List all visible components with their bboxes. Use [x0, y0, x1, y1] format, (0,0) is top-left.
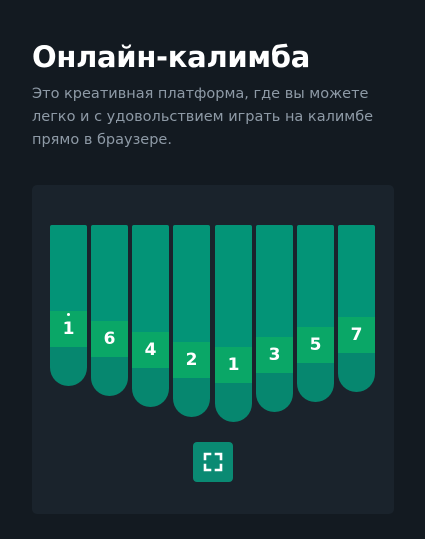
- tine-upper: [256, 225, 293, 337]
- tine-note-band: 7: [338, 317, 375, 353]
- kalimba-tine[interactable]: 6: [91, 225, 128, 396]
- tine-note-band: 3: [256, 337, 293, 373]
- tine-note-band: 1: [50, 311, 87, 347]
- tine-lower: [132, 368, 169, 407]
- kalimba-tine[interactable]: 7: [338, 225, 375, 392]
- tine-note-label: 5: [309, 334, 322, 355]
- page-title: Онлайн-калимба: [32, 40, 311, 74]
- tine-lower: [173, 378, 210, 417]
- kalimba-panel: 1 6 4 2 1 3 5 7: [32, 185, 394, 514]
- page-description: Это креативная платформа, где вы можете …: [32, 86, 374, 148]
- tine-lower: [256, 373, 293, 412]
- tine-note-label: 1: [63, 312, 74, 338]
- kalimba-tine[interactable]: 3: [256, 225, 293, 412]
- tine-upper: [338, 225, 375, 317]
- tine-note-band: 4: [132, 332, 169, 368]
- kalimba-tine[interactable]: 4: [132, 225, 169, 407]
- tine-note-label: 4: [144, 339, 157, 360]
- tine-note-label: 6: [103, 328, 116, 349]
- fullscreen-button[interactable]: [193, 442, 233, 482]
- tine-upper: [132, 225, 169, 332]
- tine-note-band: 5: [297, 327, 334, 363]
- tine-lower: [338, 353, 375, 392]
- tine-note-band: 1: [215, 347, 252, 383]
- tine-lower: [50, 347, 87, 386]
- tine-note-band: 6: [91, 321, 128, 357]
- tine-note-label: 2: [185, 349, 198, 370]
- tine-upper: [215, 225, 252, 347]
- tine-note-band: 2: [173, 342, 210, 378]
- fullscreen-icon: [203, 452, 223, 472]
- octave-dot: [67, 312, 70, 316]
- tine-lower: [91, 357, 128, 396]
- tine-note-label: 7: [350, 324, 363, 345]
- kalimba-tine[interactable]: 2: [173, 225, 210, 417]
- tine-upper: [173, 225, 210, 342]
- kalimba-tine[interactable]: 5: [297, 225, 334, 402]
- tine-note-label: 1: [227, 354, 240, 375]
- kalimba-tine[interactable]: 1: [215, 225, 252, 422]
- tine-upper: [297, 225, 334, 327]
- tine-upper: [91, 225, 128, 321]
- kalimba-tine[interactable]: 1: [50, 225, 87, 386]
- tine-lower: [215, 383, 252, 422]
- tine-note-label: 3: [268, 344, 281, 365]
- tine-lower: [297, 363, 334, 402]
- tine-upper: [50, 225, 87, 311]
